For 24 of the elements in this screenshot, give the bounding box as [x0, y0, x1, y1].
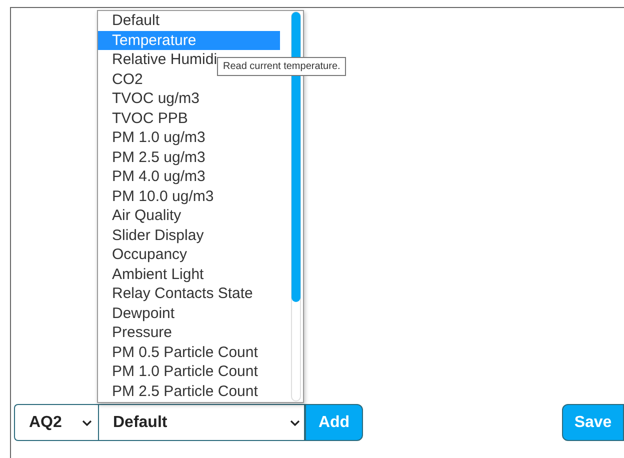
list-option[interactable]: PM 2.5 Particle Count [98, 382, 280, 401]
select-value: AQ2 [29, 414, 62, 432]
list-option[interactable]: Relay Contacts State [98, 284, 280, 304]
list-option[interactable]: TVOC ug/m3 [98, 89, 280, 108]
list-option[interactable]: PM 4.0 ug/m3 [98, 167, 280, 186]
list-option[interactable]: Dewpoint [98, 304, 280, 323]
list-option[interactable]: Pressure [98, 323, 280, 342]
list-option[interactable]: PM 1.0 Particle Count [98, 362, 280, 382]
measurement-select[interactable]: Default [98, 404, 305, 441]
list-option[interactable]: Default [98, 11, 280, 30]
list-option[interactable]: PM 10.0 ug/m3 [98, 186, 280, 206]
list-option[interactable]: Occupancy [98, 245, 280, 264]
list-option[interactable]: PM 1.0 ug/m3 [98, 128, 280, 148]
list-option[interactable]: Ambient Light [98, 264, 280, 284]
chevron-down-icon [290, 420, 300, 426]
select-value: Default [113, 414, 168, 432]
list-option[interactable]: PM 2.5 ug/m3 [98, 148, 280, 167]
list-option[interactable]: Slider Display [98, 226, 280, 245]
device-select[interactable]: AQ2 [14, 404, 98, 441]
tooltip: Read current temperature. [217, 57, 346, 76]
list-option[interactable]: Air Quality [98, 206, 280, 226]
list-option[interactable]: TVOC PPB [98, 108, 280, 128]
list-option[interactable]: PM 0.5 Particle Count [98, 342, 280, 362]
chevron-down-icon [82, 420, 92, 426]
